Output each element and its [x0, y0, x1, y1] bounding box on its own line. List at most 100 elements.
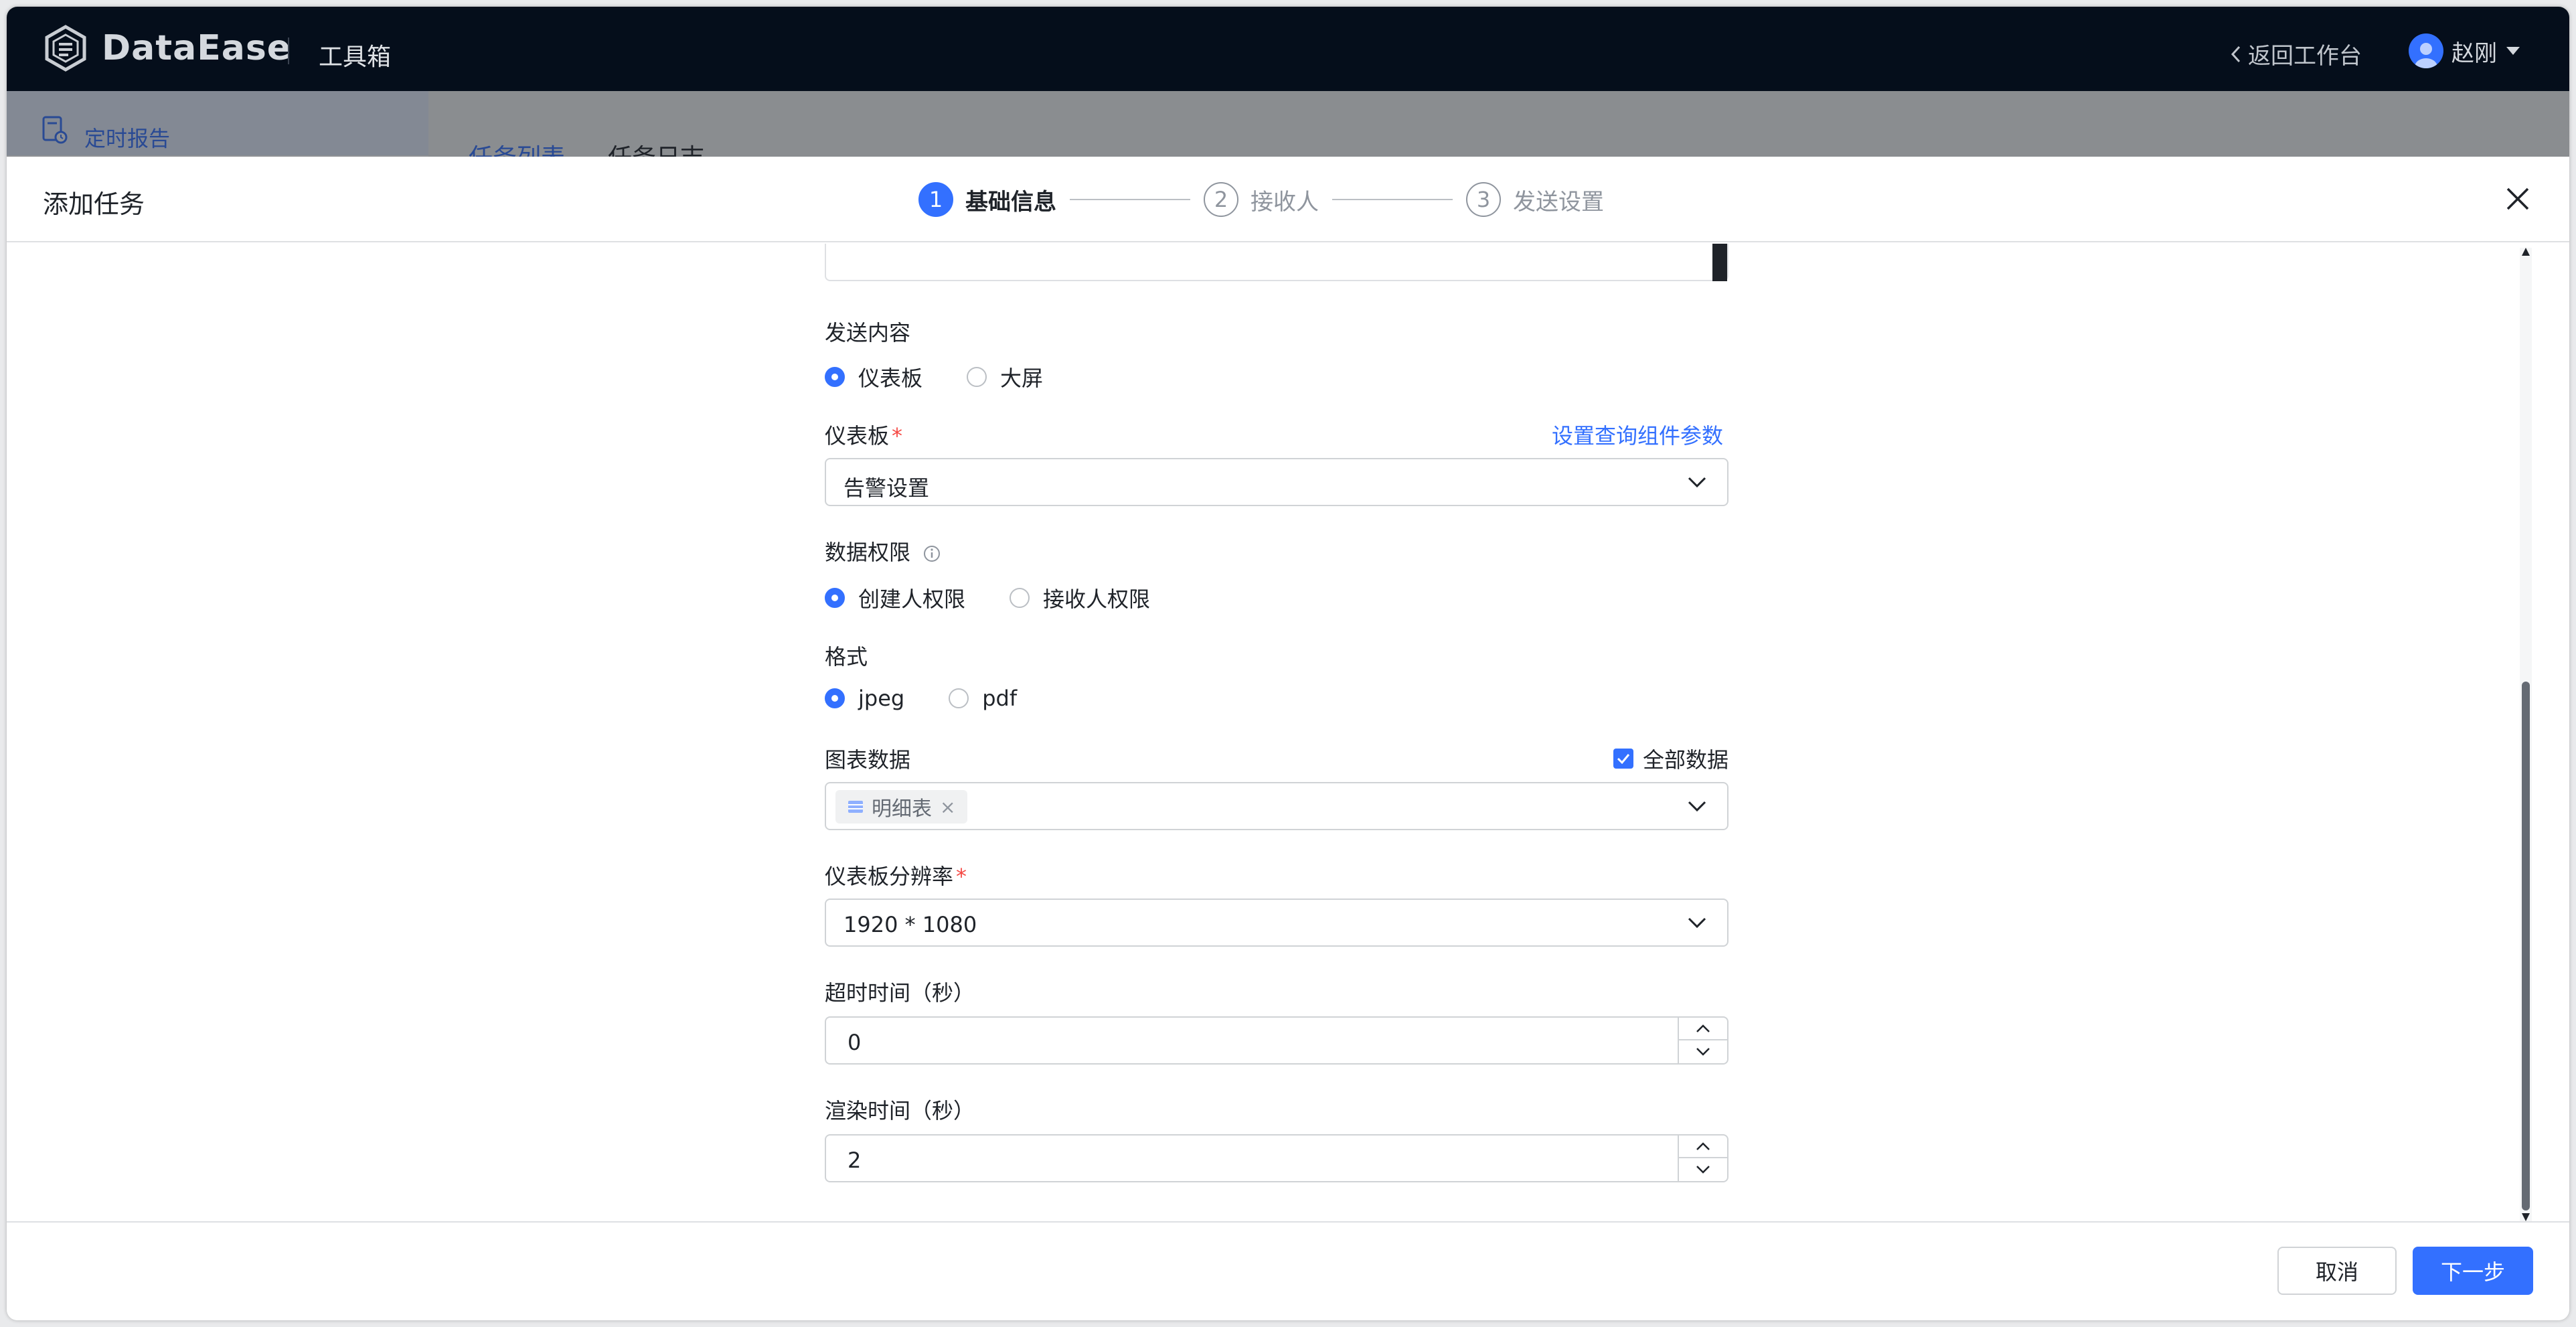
- description-textarea[interactable]: [825, 244, 1728, 281]
- dataease-logo[interactable]: DataEase: [42, 24, 291, 72]
- timeout-stepper: [1678, 1018, 1727, 1063]
- drawer-footer: 取消 下一步: [7, 1221, 2569, 1320]
- add-task-drawer: 添加任务 1 基础信息 2 接收人 3 发送设置 发送内容 仪表板 大屏 仪表板…: [7, 157, 2569, 1320]
- render-time-input[interactable]: 2: [825, 1134, 1728, 1182]
- radio-recipient-permission[interactable]: 接收人权限: [1010, 582, 1150, 613]
- increment-button[interactable]: [1679, 1018, 1727, 1040]
- chevron-down-icon: [1696, 1166, 1710, 1174]
- increment-button[interactable]: [1679, 1136, 1727, 1158]
- next-step-button[interactable]: 下一步: [2413, 1247, 2533, 1295]
- chevron-down-icon: [1688, 801, 1706, 812]
- step-recipients: 2 接收人: [1204, 182, 1319, 217]
- radio-dashboard[interactable]: 仪表板: [825, 362, 922, 392]
- required-mark: *: [956, 864, 967, 889]
- scroll-up-arrow[interactable]: [2522, 248, 2530, 256]
- radio-creator-permission[interactable]: 创建人权限: [825, 582, 965, 613]
- info-icon[interactable]: [922, 544, 941, 563]
- radio-dot: [949, 688, 969, 708]
- selected-chart-tag: 明细表 ×: [835, 790, 968, 824]
- data-permission-radio-group: 创建人权限 接收人权限: [825, 582, 1194, 613]
- radio-pdf[interactable]: pdf: [949, 686, 1017, 711]
- chevron-left-icon: [2231, 46, 2241, 62]
- radio-label: 创建人权限: [858, 587, 966, 612]
- caret-down-icon: [2506, 47, 2520, 55]
- render-time-stepper: [1678, 1136, 1727, 1181]
- back-to-workbench-link[interactable]: 返回工作台: [2231, 37, 2362, 70]
- dashboard-select[interactable]: 告警设置: [825, 458, 1728, 506]
- top-navbar: DataEase 工具箱 返回工作台 赵刚: [7, 7, 2569, 91]
- data-permission-label-text: 数据权限: [825, 540, 911, 565]
- step-connector: [1070, 199, 1190, 200]
- radio-dot-checked: [825, 588, 845, 608]
- resolution-label: 仪表板分辨率 *: [825, 860, 967, 890]
- drawer-header: 添加任务 1 基础信息 2 接收人 3 发送设置: [7, 157, 2569, 242]
- dashboard-label-text: 仪表板: [825, 423, 890, 449]
- render-time-label: 渲染时间（秒）: [825, 1098, 975, 1123]
- chevron-down-icon: [1688, 477, 1706, 488]
- format-label: 格式: [825, 644, 868, 670]
- step-label: 接收人: [1251, 188, 1319, 216]
- tag-label: 明细表: [872, 797, 932, 821]
- radio-label: jpeg: [858, 686, 905, 711]
- textarea-scrollbar[interactable]: [1712, 244, 1727, 281]
- radio-label: 仪表板: [858, 366, 923, 391]
- step-label: 基础信息: [965, 188, 1056, 216]
- chart-data-select[interactable]: 明细表 ×: [825, 782, 1728, 830]
- logo-text: DataEase: [102, 28, 292, 68]
- radio-label: 接收人权限: [1043, 587, 1151, 612]
- table-icon: [848, 801, 863, 813]
- chevron-up-icon: [1696, 1024, 1710, 1032]
- cancel-button[interactable]: 取消: [2277, 1247, 2397, 1295]
- radio-dot: [967, 367, 987, 387]
- header-divider: [288, 37, 289, 64]
- data-permission-label: 数据权限: [825, 536, 941, 566]
- step-number: 3: [1466, 182, 1501, 217]
- back-link-label: 返回工作台: [2248, 43, 2362, 70]
- drawer-title: 添加任务: [43, 189, 145, 219]
- timeout-input[interactable]: 0: [825, 1016, 1728, 1065]
- avatar: [2409, 33, 2443, 68]
- all-data-checkbox[interactable]: 全部数据: [1613, 743, 1728, 774]
- close-icon[interactable]: [2505, 186, 2530, 212]
- radio-label: 大屏: [1000, 366, 1044, 391]
- timeout-label: 超时时间（秒）: [825, 980, 975, 1006]
- chart-data-label: 图表数据: [825, 747, 911, 773]
- radio-dot-checked: [825, 688, 845, 708]
- radio-jpeg[interactable]: jpeg: [825, 686, 904, 711]
- radio-screen[interactable]: 大屏: [967, 362, 1043, 392]
- step-number: 2: [1204, 182, 1238, 217]
- resolution-label-text: 仪表板分辨率: [825, 864, 954, 889]
- timeout-value: 0: [848, 1030, 862, 1055]
- step-number: 1: [918, 182, 953, 217]
- format-radio-group: jpeg pdf: [825, 686, 1061, 711]
- radio-dot-checked: [825, 367, 845, 387]
- dataease-logo-icon: [45, 25, 86, 72]
- step-indicator: 1 基础信息 2 接收人 3 发送设置: [918, 182, 1604, 217]
- tag-close-icon[interactable]: ×: [940, 796, 955, 818]
- step-label: 发送设置: [1513, 188, 1604, 216]
- scroll-down-arrow[interactable]: [2522, 1213, 2530, 1221]
- checkbox-checked: [1613, 749, 1633, 769]
- user-menu[interactable]: 赵刚: [2409, 33, 2521, 68]
- toolbox-title: 工具箱: [319, 44, 392, 71]
- set-query-params-link[interactable]: 设置查询组件参数: [1552, 419, 1723, 450]
- dashboard-select-value: 告警设置: [843, 475, 930, 501]
- decrement-button[interactable]: [1679, 1158, 1727, 1181]
- radio-dot: [1010, 588, 1030, 608]
- scrollbar-thumb[interactable]: [2522, 682, 2530, 1211]
- radio-label: pdf: [982, 686, 1018, 711]
- chevron-up-icon: [1696, 1142, 1710, 1150]
- decrement-button[interactable]: [1679, 1040, 1727, 1063]
- render-time-value: 2: [848, 1148, 862, 1173]
- chevron-down-icon: [1688, 917, 1706, 929]
- user-icon: [2415, 43, 2437, 68]
- check-icon: [1617, 754, 1630, 764]
- user-name: 赵刚: [2451, 40, 2497, 67]
- app-window: DataEase 工具箱 返回工作台 赵刚 添加任务 1 基础信息 2 接收人 …: [7, 7, 2569, 1320]
- all-data-label: 全部数据: [1642, 747, 1728, 773]
- send-content-label: 发送内容: [825, 320, 911, 345]
- resolution-select[interactable]: 1920 * 1080: [825, 899, 1728, 947]
- dashboard-label: 仪表板 *: [825, 419, 902, 450]
- drawer-scrollbar[interactable]: [2520, 248, 2532, 1221]
- send-content-radio-group: 仪表板 大屏: [825, 362, 1087, 392]
